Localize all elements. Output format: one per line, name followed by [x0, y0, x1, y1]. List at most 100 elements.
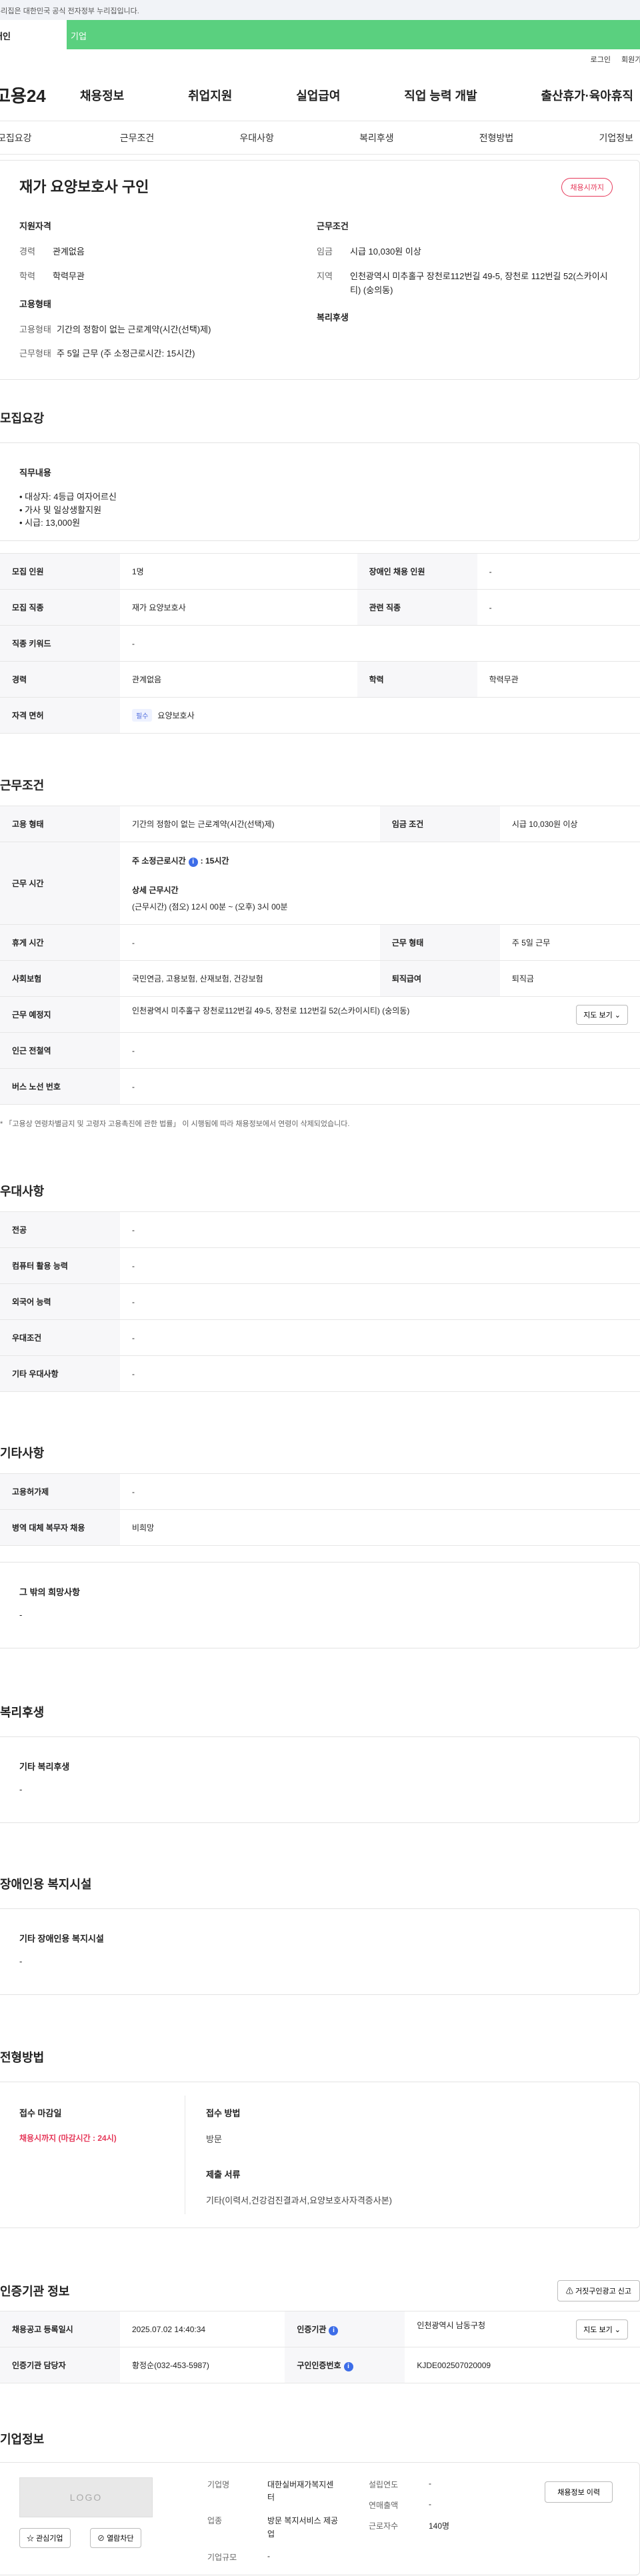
method-heading: 접수 방법 [206, 2108, 241, 2118]
org-value: 인천광역시 남동구청 지도 보기 ⌄ [405, 2311, 640, 2347]
edu-label: 학력 [19, 271, 35, 281]
etc-heading: 기타사항 [0, 1447, 45, 1460]
table-row: 자격 면허 필수 요양보호사 [0, 697, 640, 734]
emptype-value: 기간의 정함이 없는 근로계약(시간(선택)제) [57, 324, 211, 334]
est-label: 설립연도 [369, 2480, 399, 2489]
info-icon[interactable]: i [343, 2361, 353, 2371]
cond-wage-value: 시급 10,030원 이상 [499, 806, 640, 842]
cond-table: 고용 형태 기간의 정함이 없는 근로계약(시간(선택)제) 임금 조건 시급 … [0, 806, 640, 1105]
row-value: 필수 요양보호사 [120, 697, 640, 734]
row-label: 모집 인원 [0, 553, 120, 590]
gnb-item-2[interactable]: 실업급여 [296, 87, 340, 104]
row-value: - [477, 589, 640, 626]
map-button[interactable]: 지도 보기 ⌄ [576, 1004, 628, 1025]
table-row: 외국어 능력 - [0, 1283, 640, 1320]
row-label: 자격 면허 [0, 697, 120, 734]
pref-heading: 우대사항 [0, 1185, 45, 1198]
org-map-button[interactable]: 지도 보기 ⌄ [576, 2319, 628, 2339]
cond-emptype-value: 기간의 정함이 없는 근로계약(시간(선택)제) [120, 806, 380, 842]
row-value: - [477, 553, 640, 590]
gnb-item-0[interactable]: 채용정보 [80, 87, 124, 104]
cond-form-value: 주 5일 근무 [499, 924, 640, 961]
workform-value: 주 5일 근무 (주 소정근로시간: 15시간) [57, 348, 195, 359]
fav-company-button[interactable]: ☆ 관심기업 [19, 2528, 71, 2548]
chevron-down-icon: ⌄ [614, 1011, 621, 1019]
est-value: - [429, 2479, 431, 2488]
row-value: - [120, 1355, 640, 1392]
row-value: - [120, 625, 640, 662]
cert-no-label: 구인인증번호 i [285, 2347, 405, 2383]
company-name-value: 대한실버재가복지센터 [267, 2480, 334, 2503]
row-label: 우대조건 [0, 1319, 120, 1356]
snb-item-2[interactable]: 우대사항 [239, 131, 274, 145]
area-label: 지역 [317, 271, 333, 281]
row-label: 장애인 채용 인원 [357, 553, 477, 590]
row-label: 전공 [0, 1211, 120, 1248]
emptype-label: 고용형태 [19, 324, 51, 334]
edu-value: 학력무관 [53, 271, 85, 281]
snb-item-4[interactable]: 전형방법 [479, 131, 514, 145]
gnb-item-3[interactable]: 직업 능력 개발 [404, 87, 477, 104]
row-label: 학력 [357, 661, 477, 698]
method-value: 방문 [206, 2134, 222, 2144]
industry-value: 방문 복지서비스 제공업 [267, 2516, 339, 2539]
report-fake-ad-button[interactable]: ⚠ 거짓구인광고 신고 [557, 2280, 640, 2301]
job-history-button[interactable]: 채용정보 이력 [545, 2481, 613, 2503]
welfare-heading: 복리후생 [317, 313, 349, 323]
detail-hours-label: 상세 근무시간 [132, 885, 179, 895]
docs-heading: 제출 서류 [206, 2170, 241, 2180]
table-row: 우대조건 - [0, 1319, 640, 1356]
gnb-item-4[interactable]: 출산휴가·육아휴직 [541, 87, 633, 104]
company-box: LOGO ☆ 관심기업 ⊘ 열람차단 기업명 대한실버재가복지센터 업종 방문 복지… [0, 2462, 640, 2575]
row-value: - [120, 1211, 640, 1248]
cond-retire-value: 퇴직금 [499, 960, 640, 997]
other-wish-heading: 그 밖의 희망사항 [19, 1587, 80, 1597]
snb-item-0[interactable]: 모집요강 [0, 131, 32, 145]
snb-item-3[interactable]: 복리후생 [359, 131, 394, 145]
tab-company[interactable]: 기업 [67, 20, 640, 49]
login-link[interactable]: 로그인 [591, 54, 611, 65]
cond-wage-label: 임금 조건 [379, 806, 500, 842]
info-icon[interactable]: i [188, 857, 198, 867]
info-icon[interactable]: i [329, 2325, 339, 2335]
table-row: 고용허가제 - [0, 1473, 640, 1510]
row-value: 재가 요양보호사 [120, 589, 357, 626]
pref-table: 전공 - 컴퓨터 활용 능력 - 외국어 능력 - 우대조건 - 기타 우대사항 - [0, 1211, 640, 1392]
site-logo[interactable]: 고용24 [0, 83, 80, 107]
table-row: 컴퓨터 활용 능력 - [0, 1247, 640, 1284]
join-link[interactable]: 회원가입 [621, 54, 640, 65]
employees-value: 140명 [429, 2521, 450, 2531]
company-logo: LOGO [19, 2477, 153, 2517]
table-row: 모집 인원 1명 장애인 채용 인원 - [0, 553, 640, 590]
cond-rest-label: 휴게 시간 [0, 924, 120, 961]
gov-notice-bar: 이 누리집은 대한민국 공식 전자정부 누리집입니다. [0, 0, 640, 20]
table-row: 모집 직종 재가 요양보호사 관련 직종 - [0, 589, 640, 626]
wage-value: 시급 10,030원 이상 [350, 247, 421, 257]
company-name-label: 기업명 [207, 2480, 230, 2489]
user-type-tabs: 개인 기업 [0, 20, 640, 49]
work-heading: 근무조건 [317, 221, 349, 231]
cond-bus-value: - [120, 1068, 640, 1105]
block-company-button[interactable]: ⊘ 열람차단 [90, 2528, 141, 2548]
etc-table: 고용허가제 - 병역 대체 복무자 채용 비희망 [0, 1473, 640, 1546]
employees-label: 근로자수 [369, 2521, 399, 2531]
cert-table: 채용공고 등록일시 2025.07.02 14:40:34 인증기관 i 인천광역… [0, 2311, 640, 2383]
tab-individual[interactable]: 개인 [0, 20, 67, 49]
disab-box-value: - [19, 1956, 23, 1966]
duty-line: • 대상자: 4등급 여자어르신 [19, 492, 117, 502]
table-row: 기타 우대사항 - [0, 1355, 640, 1392]
row-label: 직종 키워드 [0, 625, 120, 662]
cond-place-value: 인천광역시 미추홀구 장천로112번길 49-5, 장천로 112번길 52(스… [120, 996, 640, 1033]
gnb-item-1[interactable]: 취업지원 [188, 87, 232, 104]
table-row: 전공 - [0, 1211, 640, 1248]
welfare-box-value: - [19, 1784, 23, 1794]
row-label: 관련 직종 [357, 589, 477, 626]
cond-time-label: 근무 시간 [0, 842, 120, 925]
org-text: 인천광역시 남동구청 [417, 2320, 486, 2330]
row-value-text: 요양보호사 [157, 711, 195, 720]
snb-item-5[interactable]: 기업정보 [599, 131, 633, 145]
other-wish-box: 그 밖의 희망사항 - [0, 1562, 640, 1648]
recruit-table: 모집 인원 1명 장애인 채용 인원 - 모집 직종 재가 요양보호사 관련 직종 - 직종 키… [0, 553, 640, 734]
snb-item-1[interactable]: 근무조건 [120, 131, 155, 145]
area-value: 인천광역시 미추홀구 장천로112번길 49-5, 장천로 112번길 52(스… [350, 271, 608, 295]
